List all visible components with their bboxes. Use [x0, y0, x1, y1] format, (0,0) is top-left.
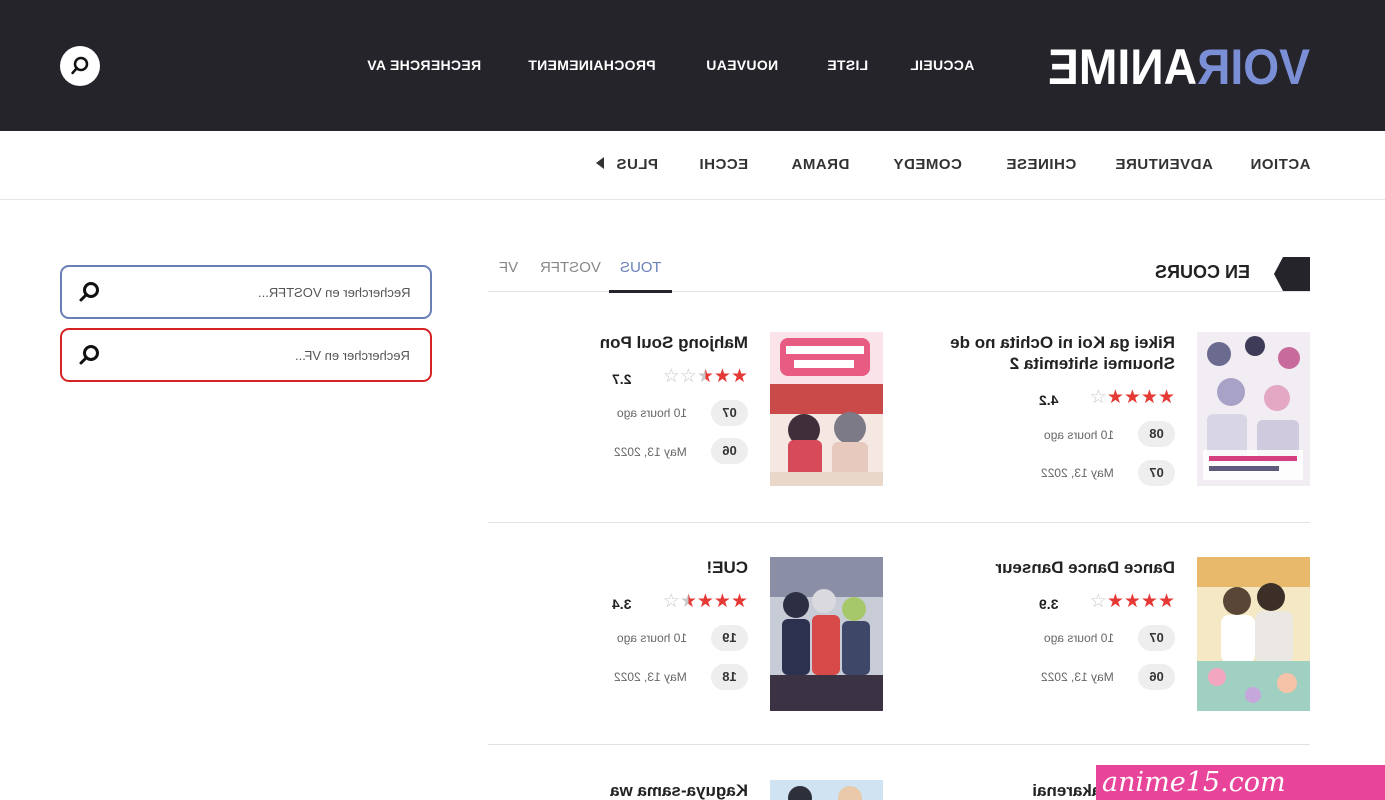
tab-tous[interactable]: TOUS: [620, 259, 661, 276]
nav-liste[interactable]: LISTE: [827, 57, 868, 73]
section-title: EN COURS: [1155, 262, 1251, 282]
genre-drama[interactable]: DRAMA: [791, 156, 849, 173]
search-vf-input[interactable]: Rechercher en VF...: [60, 328, 432, 382]
episode-date: May 13, 2022: [1041, 670, 1114, 684]
episode-badge[interactable]: 07: [1138, 625, 1175, 651]
plus-arrow-icon[interactable]: [596, 157, 604, 169]
search-vostfr-placeholder: Rechercher en VOSTFR...: [257, 285, 410, 300]
genre-comedy[interactable]: COMEDY: [893, 156, 962, 173]
episode-date: 10 hours ago: [1043, 631, 1114, 645]
row-divider: [488, 744, 1310, 745]
anime-poster[interactable]: [770, 332, 883, 486]
logo-part-anime: ANIME: [1048, 40, 1197, 90]
top-navbar: RECHERCHE AV PROCHAINEMENT NOUVEAU LISTE…: [0, 0, 1385, 131]
episode-badge[interactable]: 08: [1138, 421, 1175, 447]
anime-poster[interactable]: [1197, 332, 1310, 486]
anime-title[interactable]: Rikei ga Koi ni Ochita no de Shoumei shi…: [905, 332, 1175, 374]
episode-date: 10 hours ago: [616, 631, 687, 645]
svg-text:VOIRANIME: VOIRANIME: [1048, 40, 1310, 90]
nav-nouveau[interactable]: NOUVEAU: [706, 57, 778, 73]
anime-card: Kaguya-sama wa: [472, 780, 883, 800]
episode-date: 10 hours ago: [1043, 428, 1114, 442]
logo-part-voir: VOIR: [1197, 40, 1310, 90]
rating-value: 3.4: [611, 596, 631, 612]
genre-action[interactable]: ACTION: [1250, 156, 1311, 173]
search-icon: [71, 56, 89, 75]
rating-value: 2.7: [611, 371, 631, 387]
star-rating: ☆★★★★: [662, 591, 748, 612]
anime-card: Dance Dance Danseur ☆★★★★ 3.9 07 10 hour…: [899, 557, 1310, 747]
search-icon[interactable]: [78, 280, 102, 304]
episode-badge[interactable]: 06: [711, 438, 748, 464]
section-flag-icon: [1274, 257, 1310, 291]
rating-value: 4.2: [1038, 392, 1058, 408]
anime-title[interactable]: Dance Dance Danseur: [905, 557, 1175, 578]
episode-date: 10 hours ago: [616, 406, 687, 420]
row-divider: [488, 522, 1310, 523]
episode-date: May 13, 2022: [614, 445, 687, 459]
tab-vostfr[interactable]: VOSTFR: [540, 259, 601, 276]
star-rating: ☆☆★★★: [662, 366, 748, 387]
nav-recherche-av[interactable]: RECHERCHE AV: [367, 57, 481, 73]
anime-card: Mahjong Soul Pon ☆☆★★★ 2.7 07 10 hours a…: [472, 332, 883, 522]
anime-poster[interactable]: [770, 780, 883, 800]
episode-badge[interactable]: 06: [1138, 664, 1175, 690]
anime-card: CUE! ☆★★★★ 3.4 19 10 hours ago 18 May 13…: [472, 557, 883, 747]
search-vf-placeholder: Rechercher en VF...: [295, 348, 410, 363]
episode-badge[interactable]: 07: [1138, 460, 1175, 486]
star-rating: ☆★★★★: [1089, 387, 1175, 408]
nav-prochainement[interactable]: PROCHAINEMENT: [528, 57, 656, 73]
episode-date: May 13, 2022: [614, 670, 687, 684]
watermark: anime15.com: [1096, 765, 1385, 800]
genre-adventure[interactable]: ADVENTURE: [1115, 156, 1213, 173]
active-tab-underline: [609, 290, 672, 293]
anime-poster[interactable]: [1197, 557, 1310, 711]
anime-poster[interactable]: [770, 557, 883, 711]
anime-card: Rikei ga Koi ni Ochita no de Shoumei shi…: [899, 332, 1310, 522]
site-logo[interactable]: VOIRANIME: [1048, 40, 1310, 90]
search-icon[interactable]: [78, 343, 102, 367]
genre-plus[interactable]: PLUS: [616, 156, 658, 173]
nav-accueil[interactable]: ACCUEIL: [910, 57, 974, 73]
search-vostfr-input[interactable]: Rechercher en VOSTFR...: [60, 265, 432, 319]
star-rating: ☆★★★★: [1089, 591, 1175, 612]
episode-badge[interactable]: 07: [711, 400, 748, 426]
genre-ecchi[interactable]: ECCHI: [699, 156, 748, 173]
tab-vf[interactable]: VF: [499, 259, 518, 276]
episode-date: May 13, 2022: [1041, 466, 1114, 480]
episode-badge[interactable]: 18: [711, 664, 748, 690]
rating-value: 3.9: [1038, 596, 1058, 612]
anime-title[interactable]: Mahjong Soul Pon: [478, 332, 748, 353]
anime-title[interactable]: Kaguya-sama wa: [478, 780, 748, 800]
genre-chinese[interactable]: CHINESE: [1006, 156, 1076, 173]
episode-badge[interactable]: 19: [711, 625, 748, 651]
header-search-button[interactable]: [60, 46, 100, 86]
genre-bar: ACTION ADVENTURE CHINESE COMEDY DRAMA EC…: [0, 131, 1385, 200]
anime-title[interactable]: CUE!: [478, 557, 748, 578]
